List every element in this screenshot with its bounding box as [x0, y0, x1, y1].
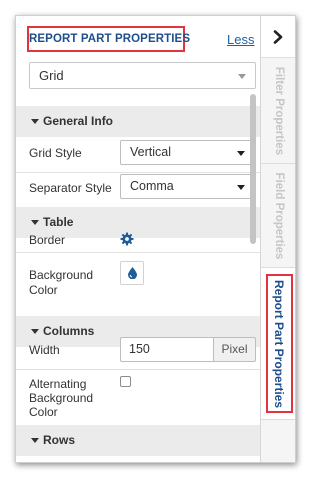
tab-label: Report Part Properties — [272, 279, 286, 408]
collapse-triangle-icon — [31, 329, 39, 334]
gear-icon[interactable] — [120, 232, 134, 246]
collapse-triangle-icon — [31, 438, 39, 443]
background-color-label-line1: Background — [29, 268, 94, 282]
section-label: Columns — [43, 324, 95, 338]
panel-title: REPORT PART PROPERTIES — [27, 26, 190, 52]
properties-panel: REPORT PART PROPERTIES Less Grid General… — [16, 16, 261, 462]
separator-style-label: Separator Style — [29, 181, 112, 195]
grid-style-label: Grid Style — [29, 146, 82, 160]
tab-filter-properties[interactable]: Filter Properties — [261, 58, 295, 164]
background-color-label-line2: Color — [29, 283, 58, 297]
panel-header: REPORT PART PROPERTIES Less — [16, 16, 260, 58]
chevron-down-icon — [237, 151, 245, 156]
chevron-down-icon — [238, 74, 246, 79]
grid-style-value: Vertical — [130, 145, 171, 159]
section-label: Rows — [43, 433, 76, 447]
collapse-triangle-icon — [31, 220, 39, 225]
tab-label: Filter Properties — [273, 66, 285, 155]
collapse-panel-button[interactable] — [261, 16, 295, 58]
width-input[interactable]: 150 — [120, 337, 213, 362]
grid-style-dropdown[interactable]: Vertical — [120, 140, 254, 165]
tab-label: Field Properties — [273, 172, 285, 259]
alternating-bg-label-line2: Background — [29, 391, 94, 405]
width-unit-label: Pixel — [213, 337, 256, 362]
section-rows[interactable]: Rows — [16, 425, 260, 456]
droplet-icon — [128, 267, 137, 279]
separator-style-value: Comma — [130, 179, 174, 193]
background-color-picker[interactable] — [120, 261, 144, 285]
divider — [16, 252, 260, 253]
tab-report-part-properties[interactable]: Report Part Properties — [261, 268, 295, 420]
collapse-triangle-icon — [31, 119, 39, 124]
divider — [16, 369, 260, 370]
width-label: Width — [29, 343, 60, 357]
border-label: Border — [29, 233, 66, 247]
alternating-bg-label-line3: Color — [29, 405, 58, 419]
chevron-down-icon — [237, 185, 245, 190]
less-link[interactable]: Less — [227, 32, 254, 47]
report-part-properties-window: REPORT PART PROPERTIES Less Grid General… — [15, 15, 296, 463]
scrollbar-thumb[interactable] — [250, 94, 256, 244]
alternating-bg-label-line1: Alternating — [29, 377, 87, 391]
section-label: Table — [43, 215, 74, 229]
part-type-value: Grid — [39, 68, 64, 83]
side-tab-strip: Filter Properties Field Properties Repor… — [261, 16, 295, 462]
separator-style-dropdown[interactable]: Comma — [120, 174, 254, 199]
tab-field-properties[interactable]: Field Properties — [261, 164, 295, 268]
section-label: General Info — [43, 114, 114, 128]
part-type-select[interactable]: Grid — [29, 62, 256, 89]
divider — [16, 172, 260, 173]
chevron-right-icon — [273, 30, 283, 44]
section-general-info[interactable]: General Info — [16, 106, 260, 137]
alternating-background-color-checkbox[interactable] — [120, 376, 131, 387]
